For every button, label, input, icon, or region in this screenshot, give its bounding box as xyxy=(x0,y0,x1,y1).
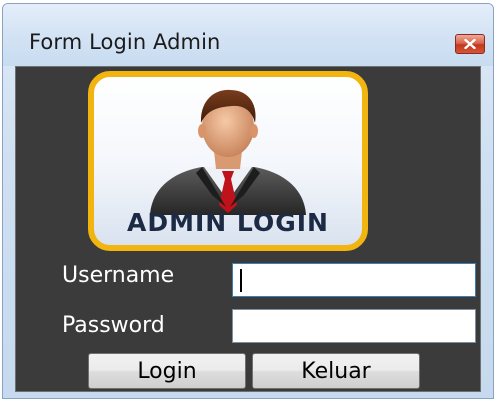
password-label: Password xyxy=(62,313,165,338)
title-bar[interactable]: Form Login Admin xyxy=(3,4,493,66)
username-input[interactable] xyxy=(232,263,476,297)
admin-logo: ADMIN LOGIN xyxy=(88,71,368,251)
logo-caption: ADMIN LOGIN xyxy=(127,208,329,237)
form-panel: ADMIN LOGIN Username Password Login Kelu… xyxy=(15,66,481,392)
exit-button[interactable]: Keluar xyxy=(252,353,420,389)
login-window: Form Login Admin ADMIN LOGIN Username Pa… xyxy=(2,3,494,399)
close-icon xyxy=(464,39,476,49)
text-cursor xyxy=(240,269,242,292)
login-button[interactable]: Login xyxy=(88,353,246,389)
window-title: Form Login Admin xyxy=(29,30,221,54)
close-button[interactable] xyxy=(455,34,485,54)
password-input[interactable] xyxy=(232,309,476,343)
username-label: Username xyxy=(62,263,175,288)
